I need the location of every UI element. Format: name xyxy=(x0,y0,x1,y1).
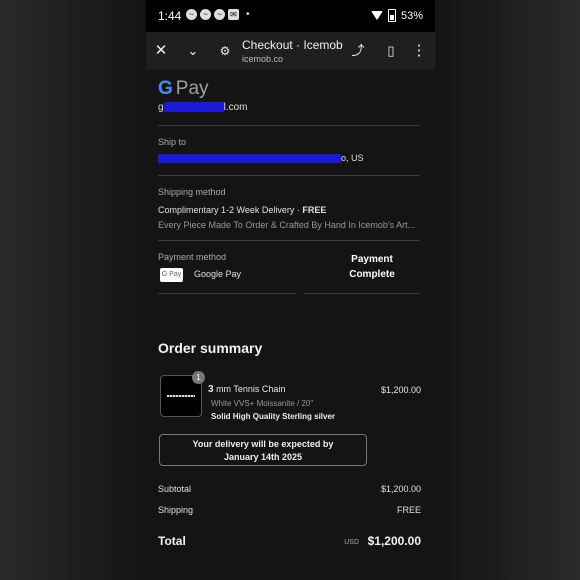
mail-icon: ✉ xyxy=(228,9,239,20)
shipping-value: FREE xyxy=(396,505,421,515)
page-title: Checkout · Icemob xyxy=(242,38,343,52)
blurred-background-right xyxy=(434,0,580,580)
payment-method-label: Payment method xyxy=(158,252,227,262)
wifi-icon xyxy=(370,11,383,20)
product-price: $1,200.00 xyxy=(380,385,421,395)
divider xyxy=(158,175,420,176)
shipping-method-label: Shipping method xyxy=(158,187,226,197)
payment-complete-overlay: Payment Complete xyxy=(349,254,395,280)
close-icon[interactable]: ✕ xyxy=(150,40,172,62)
messenger-icon: ~ xyxy=(214,9,225,20)
redaction-mark xyxy=(158,154,341,164)
divider xyxy=(158,240,420,241)
ship-to-label: Ship to xyxy=(158,137,187,147)
quantity-badge: 1 xyxy=(192,371,205,384)
page-url: icemob.co xyxy=(242,54,284,64)
product-material: Solid High Quality Sterling silver xyxy=(211,412,336,421)
payment-method-name[interactable]: Google Pay xyxy=(194,269,241,279)
messenger-icon: ~ xyxy=(200,9,211,20)
share-icon[interactable]: ⤴ xyxy=(347,40,369,62)
battery-percent: 53% xyxy=(400,9,423,22)
phone-screen: 1:44 ~ ~ ~ ✉ • 53% ✕ ⌄ ⚙ Checkout · Icem… xyxy=(146,0,435,580)
messenger-icon: ~ xyxy=(186,9,197,20)
google-pay-logo: G Pay xyxy=(158,78,209,99)
redaction-mark xyxy=(163,102,224,113)
divider xyxy=(158,125,420,126)
subtotal-value: $1,200.00 xyxy=(380,484,421,494)
checkout-content: G Pay g l.com Ship to o, US Shipping meth… xyxy=(146,70,435,580)
delivery-estimate-box: Your delivery will be expected by Januar… xyxy=(159,434,367,466)
google-pay-chip-icon: G Pay xyxy=(160,268,183,282)
more-notifications-dot-icon: • xyxy=(246,9,250,20)
total-label: Total xyxy=(158,534,186,548)
product-name: 3 mm Tennis Chain xyxy=(208,384,286,395)
divider xyxy=(158,293,296,294)
more-options-icon[interactable]: ⋮ xyxy=(408,40,430,62)
divider xyxy=(304,293,420,294)
shipping-method-description: Every Piece Made To Order & Crafted By H… xyxy=(158,220,416,230)
shipping-label: Shipping xyxy=(158,505,194,515)
battery-icon xyxy=(387,9,396,22)
notification-icons: ~ ~ ~ ✉ • xyxy=(186,9,250,20)
tennis-chain-image xyxy=(167,395,195,397)
ship-to-address[interactable]: o, US xyxy=(158,153,364,164)
status-bar: 1:44 ~ ~ ~ ✉ • 53% xyxy=(146,0,435,32)
total-currency: USD xyxy=(344,539,359,546)
subtotal-label: Subtotal xyxy=(158,484,192,494)
bookmark-icon[interactable]: ▯ xyxy=(380,40,402,62)
order-summary-title: Order summary xyxy=(158,340,263,356)
account-email[interactable]: g l.com xyxy=(158,102,247,113)
chevron-down-icon[interactable]: ⌄ xyxy=(182,40,204,62)
browser-toolbar: ✕ ⌄ ⚙ Checkout · Icemob icemob.co ⤴ ▯ ⋮ xyxy=(146,32,435,70)
product-variant: White VVS+ Moissanite / 20" xyxy=(211,399,314,408)
total-value: $1,200.00 xyxy=(367,534,421,548)
shipping-method-option[interactable]: Complimentary 1-2 Week Delivery · FREE xyxy=(158,205,326,215)
site-settings-icon[interactable]: ⚙ xyxy=(214,40,236,62)
blurred-background-left xyxy=(0,0,146,580)
status-time: 1:44 xyxy=(158,9,182,23)
